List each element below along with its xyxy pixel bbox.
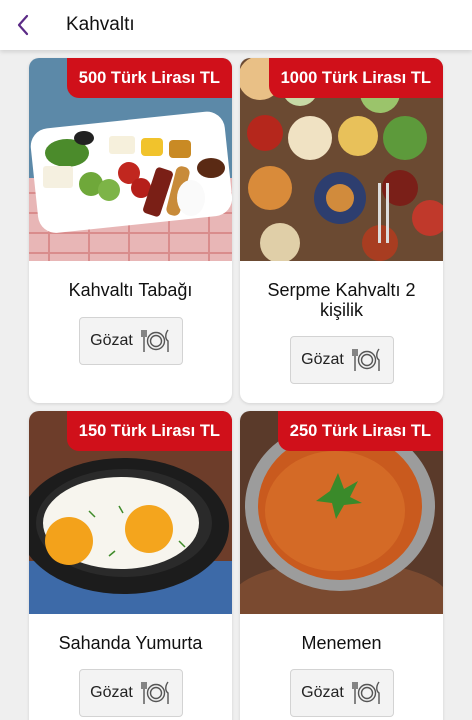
page-title: Kahvaltı: [66, 14, 135, 35]
product-image: 1000 Türk Lirası TL: [240, 58, 443, 261]
product-name: Menemen: [301, 633, 382, 653]
product-image: 250 Türk Lirası TL: [240, 411, 443, 614]
product-grid: 500 Türk Lirası TL Kahvaltı Tabağı Gözat: [0, 50, 472, 720]
product-name: Serpme Kahvaltı 2 kişilik: [267, 280, 416, 320]
price-badge: 150 Türk Lirası TL: [66, 411, 232, 451]
price-badge: 500 Türk Lirası TL: [66, 58, 232, 98]
product-card[interactable]: 1000 Türk Lirası TL Serpme Kahvaltı 2 ki…: [240, 58, 443, 403]
plate-cutlery-icon: [352, 681, 380, 704]
browse-button[interactable]: Gözat: [78, 317, 183, 365]
plate-cutlery-icon: [141, 329, 169, 352]
chevron-left-icon: [17, 14, 29, 36]
browse-button-label: Gözat: [301, 684, 344, 701]
price-badge: 250 Türk Lirası TL: [277, 411, 443, 451]
product-card[interactable]: 150 Türk Lirası TL Sahanda Yumurta Gözat: [29, 411, 232, 720]
product-image: 500 Türk Lirası TL: [29, 58, 232, 261]
product-image: 150 Türk Lirası TL: [29, 411, 232, 614]
product-name: Sahanda Yumurta: [58, 633, 203, 653]
back-button[interactable]: [0, 0, 46, 50]
product-card[interactable]: 500 Türk Lirası TL Kahvaltı Tabağı Gözat: [29, 58, 232, 403]
browse-button[interactable]: Gözat: [289, 669, 394, 717]
product-card[interactable]: 250 Türk Lirası TL Menemen Gözat: [240, 411, 443, 720]
browse-button[interactable]: Gözat: [289, 336, 394, 384]
plate-cutlery-icon: [352, 348, 380, 371]
browse-button-label: Gözat: [301, 351, 344, 368]
top-app-bar: Kahvaltı: [0, 0, 472, 50]
browse-button[interactable]: Gözat: [78, 669, 183, 717]
product-name: Kahvaltı Tabağı: [68, 280, 193, 300]
plate-cutlery-icon: [141, 681, 169, 704]
browse-button-label: Gözat: [90, 332, 133, 349]
price-badge: 1000 Türk Lirası TL: [268, 58, 443, 98]
browse-button-label: Gözat: [90, 684, 133, 701]
